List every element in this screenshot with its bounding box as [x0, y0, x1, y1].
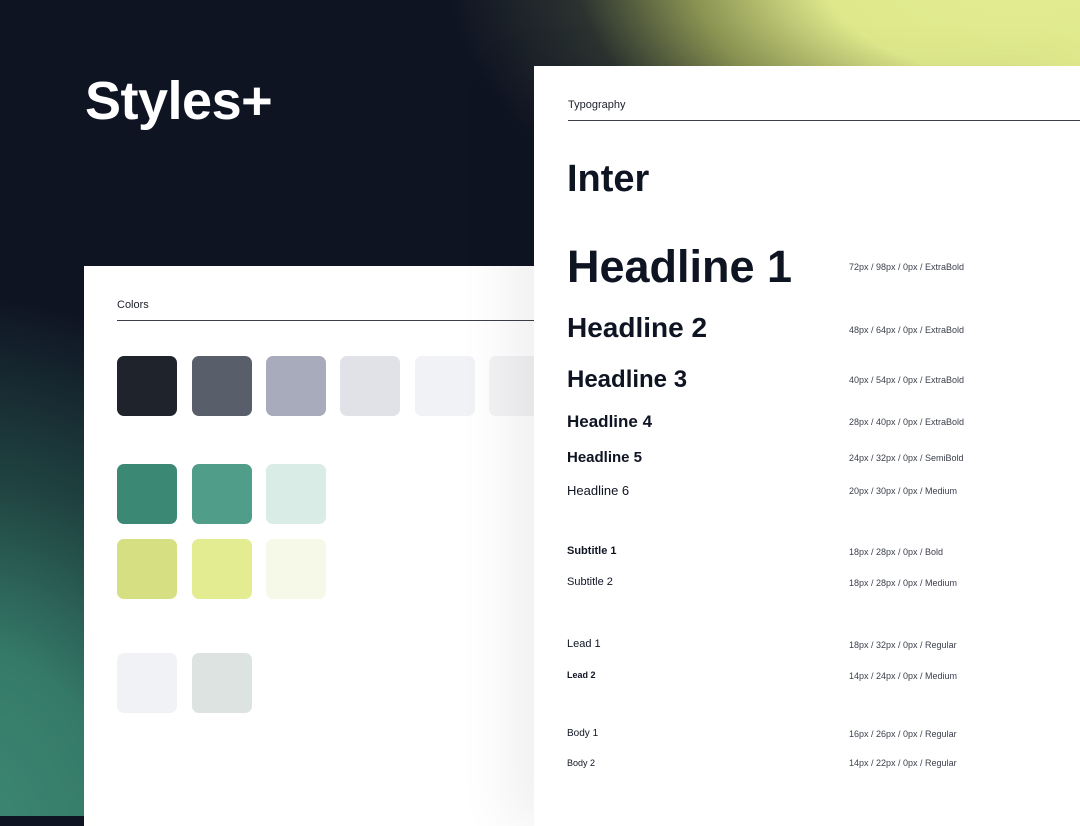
swatch-green-3[interactable]	[266, 464, 326, 524]
style-headline-5: Headline 5	[567, 449, 643, 466]
style-headline-1: Headline 1	[567, 241, 793, 292]
spec-headline-2: 48px / 64px / 0px / ExtraBold	[849, 325, 965, 335]
spec-headline-4: 28px / 40px / 0px / ExtraBold	[849, 417, 965, 427]
swatch-neutral-3[interactable]	[266, 356, 326, 416]
style-headline-4: Headline 4	[567, 412, 653, 431]
spec-lead-1: 18px / 32px / 0px / Regular	[849, 640, 957, 650]
style-headline-3: Headline 3	[567, 366, 688, 393]
typography-heading: Typography	[568, 99, 626, 111]
swatch-neutral-2[interactable]	[192, 356, 252, 416]
spec-headline-5: 24px / 32px / 0px / SemiBold	[849, 453, 964, 463]
spec-headline-3: 40px / 54px / 0px / ExtraBold	[849, 375, 965, 385]
swatch-green-2[interactable]	[192, 464, 252, 524]
swatch-gray-1[interactable]	[117, 653, 177, 713]
spec-body-1: 16px / 26px / 0px / Regular	[849, 729, 957, 739]
style-body-2: Body 2	[567, 758, 596, 768]
style-subtitle-2: Subtitle 2	[567, 576, 613, 588]
style-lead-1: Lead 1	[567, 638, 601, 650]
spec-subtitle-2: 18px / 28px / 0px / Medium	[849, 578, 958, 588]
spec-headline-1: 72px / 98px / 0px / ExtraBold	[849, 262, 965, 272]
swatch-yellow-3[interactable]	[266, 539, 326, 599]
swatch-neutral-5[interactable]	[415, 356, 475, 416]
style-lead-2: Lead 2	[567, 670, 596, 680]
style-body-1: Body 1	[567, 728, 599, 739]
style-headline-2: Headline 2	[567, 312, 708, 343]
spec-headline-6: 20px / 30px / 0px / Medium	[849, 486, 958, 496]
spec-body-2: 14px / 22px / 0px / Regular	[849, 758, 957, 768]
spec-subtitle-1: 18px / 28px / 0px / Bold	[849, 547, 944, 557]
swatch-green-1[interactable]	[117, 464, 177, 524]
style-subtitle-1: Subtitle 1	[567, 545, 617, 557]
spec-lead-2: 14px / 24px / 0px / Medium	[849, 671, 958, 681]
swatch-yellow-2[interactable]	[192, 539, 252, 599]
font-family-name: Inter	[567, 158, 650, 200]
typography-card: Typography Inter Headline 1 72px / 98px …	[534, 66, 1080, 826]
colors-card: Colors	[84, 266, 604, 826]
brand-title: Styles+	[85, 71, 273, 131]
swatch-yellow-1[interactable]	[117, 539, 177, 599]
colors-heading: Colors	[117, 299, 149, 311]
colors-divider	[117, 320, 537, 321]
swatch-gray-2[interactable]	[192, 653, 252, 713]
swatch-neutral-4[interactable]	[340, 356, 400, 416]
typography-divider	[568, 120, 1080, 121]
swatch-neutral-1[interactable]	[117, 356, 177, 416]
style-headline-6: Headline 6	[567, 483, 630, 498]
